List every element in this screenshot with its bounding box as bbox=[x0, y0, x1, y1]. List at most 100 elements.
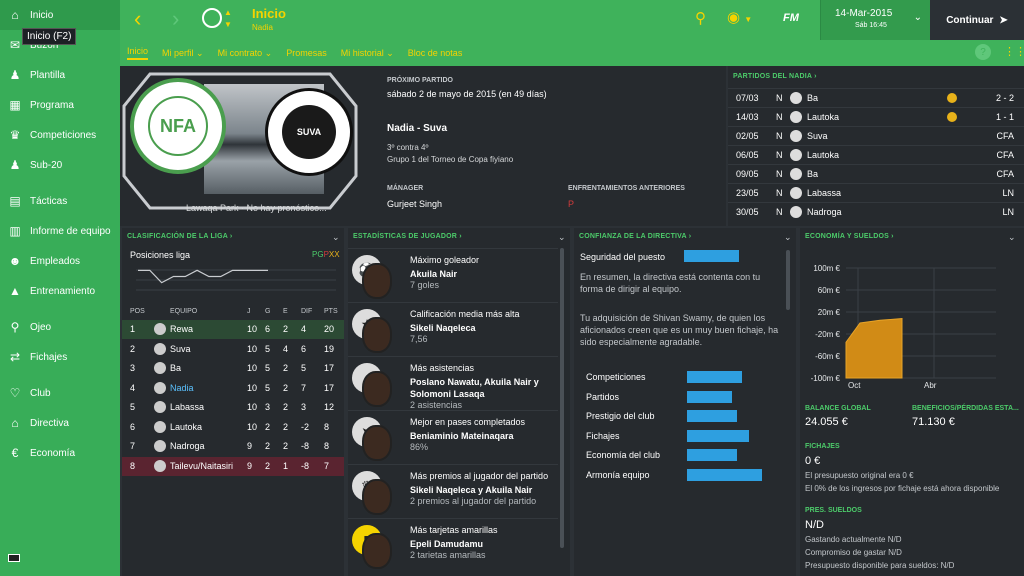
cell-team[interactable]: Lautoka bbox=[170, 422, 202, 432]
fixture-opponent[interactable]: Ba bbox=[807, 169, 818, 179]
chevron-down-icon[interactable]: ⌄ bbox=[558, 232, 566, 243]
scrollbar[interactable] bbox=[560, 248, 564, 548]
player-name[interactable]: Poslano Nawatu, Akuila Nair y Solomoni L… bbox=[410, 376, 550, 400]
fixture-row[interactable]: 07/03 N Ba 2 - 2 bbox=[728, 88, 1024, 107]
chevron-up-icon[interactable]: ▲ bbox=[224, 8, 232, 17]
player-stat-item[interactable]: ♛ Más premios al jugador del partido Sikel… bbox=[348, 464, 558, 518]
more-icon[interactable]: ⋮⋮ bbox=[1004, 45, 1024, 58]
sidebar-item-trophy[interactable]: ♛ Competiciones bbox=[0, 120, 120, 150]
fixture-opponent[interactable]: Ba bbox=[807, 93, 818, 103]
chevron-down-icon[interactable]: ▼ bbox=[224, 20, 232, 29]
player-stats-title[interactable]: ESTADÍSTICAS DE JUGADOR › bbox=[353, 233, 462, 240]
fixture-row[interactable]: 06/05 N Lautoka CFA bbox=[728, 145, 1024, 164]
chevron-down-icon[interactable]: ⌄ bbox=[332, 232, 340, 243]
sidebar-item-transfers[interactable]: ⇄ Fichajes bbox=[0, 342, 120, 372]
fixtures-title[interactable]: PARTIDOS DEL NADIA › bbox=[733, 73, 817, 80]
club-badge-icon[interactable] bbox=[202, 8, 222, 28]
sidebar-item-tactics[interactable]: ▤ Tácticas bbox=[0, 186, 120, 216]
player-stat-item[interactable]: ⚽ Máximo goleador Akuila Nair7 goles bbox=[348, 248, 558, 302]
sidebar-item-scouting[interactable]: ⚲ Ojeo bbox=[0, 312, 120, 342]
cell-team[interactable]: Nadroga bbox=[170, 441, 205, 451]
player-stat-item[interactable]: ↑ Más asistencias Poslano Nawatu, Akuila N… bbox=[348, 356, 558, 410]
cell-team[interactable]: Rewa bbox=[170, 324, 193, 334]
fixture-row[interactable]: 30/05 N Nadroga LN bbox=[728, 202, 1024, 221]
league-title[interactable]: CLASIFICACIÓN DE LA LIGA › bbox=[127, 233, 232, 240]
globe-icon[interactable]: ◉ ▼ bbox=[727, 8, 752, 26]
table-row[interactable]: 2 Suva 10 5 4 6 19 bbox=[122, 340, 344, 359]
back-arrow-icon[interactable]: ‹ bbox=[134, 6, 141, 32]
finance-title[interactable]: ECONOMÍA Y SUELDOS › bbox=[805, 233, 894, 240]
sidebar-item-board[interactable]: ⌂ Directiva bbox=[0, 408, 120, 438]
sidebar-item-report[interactable]: ▥ Informe de equipo bbox=[0, 216, 120, 246]
chevron-down-icon[interactable]: ⌄ bbox=[1008, 232, 1016, 243]
player-name[interactable]: Epeli Damudamu bbox=[410, 538, 550, 550]
player-name[interactable]: Beniaminio Mateinaqara bbox=[410, 430, 550, 442]
next-match-teams[interactable]: Nadia - Suva bbox=[387, 123, 447, 134]
tab-5[interactable]: Bloc de notas bbox=[408, 48, 463, 58]
fixture-row[interactable]: 02/05 N Suva CFA bbox=[728, 126, 1024, 145]
cell-team[interactable]: Suva bbox=[170, 344, 191, 354]
manager-name[interactable]: Gurjeet Singh bbox=[387, 199, 442, 209]
sidebar-item-staff[interactable]: ☻ Empleados bbox=[0, 246, 120, 276]
fm-logo[interactable]: FM bbox=[783, 12, 799, 24]
player-stat-item[interactable]: ➤ Mejor en pases completados Beniaminio Ma… bbox=[348, 410, 558, 464]
cell-team[interactable]: Labassa bbox=[170, 402, 204, 412]
cell-team[interactable]: Tailevu/Naitasiri bbox=[170, 461, 233, 471]
screen-icon[interactable] bbox=[8, 554, 20, 562]
column-header[interactable]: POS bbox=[130, 308, 145, 315]
player-name[interactable]: Sikeli Naqeleca bbox=[410, 322, 550, 334]
sidebar-item-training[interactable]: ▲ Entrenamiento bbox=[0, 276, 120, 306]
table-row[interactable]: 6 Lautoka 10 2 2 -2 8 bbox=[122, 418, 344, 437]
tab-3[interactable]: Promesas bbox=[286, 48, 327, 58]
help-icon[interactable]: ? bbox=[975, 44, 991, 60]
fixture-opponent[interactable]: Lautoka bbox=[807, 150, 839, 160]
sidebar-item-club[interactable]: ♡ Club bbox=[0, 378, 120, 408]
cell-team[interactable]: Ba bbox=[170, 363, 181, 373]
next-match-competition[interactable]: Grupo 1 del Torneo de Copa fiyiano bbox=[387, 155, 513, 164]
sidebar-item-label: Programa bbox=[30, 99, 74, 111]
fixture-opponent[interactable]: Labassa bbox=[807, 188, 841, 198]
forward-arrow-icon[interactable]: › bbox=[172, 6, 179, 32]
board-confidence-row: Economía del club bbox=[574, 446, 784, 465]
tab-0[interactable]: Inicio bbox=[127, 46, 149, 60]
column-header[interactable]: J bbox=[247, 308, 251, 315]
sidebar-item-home[interactable]: ⌂ Inicio bbox=[0, 0, 120, 30]
column-header[interactable]: E bbox=[283, 308, 288, 315]
fixture-opponent[interactable]: Nadroga bbox=[807, 207, 842, 217]
fixture-row[interactable]: 09/05 N Ba CFA bbox=[728, 164, 1024, 183]
table-row[interactable]: 7 Nadroga 9 2 2 -8 8 bbox=[122, 437, 344, 456]
sidebar-item-youth[interactable]: ♟ Sub-20 bbox=[0, 150, 120, 180]
player-stat-item[interactable]: ★ Calificación media más alta Sikeli Naqel… bbox=[348, 302, 558, 356]
table-row[interactable]: 5 Labassa 10 3 2 3 12 bbox=[122, 398, 344, 417]
column-header[interactable]: DIF bbox=[301, 308, 312, 315]
column-header[interactable]: EQUIPO bbox=[170, 308, 197, 315]
fixture-opponent[interactable]: Lautoka bbox=[807, 112, 839, 122]
search-icon[interactable]: ⚲ bbox=[695, 9, 706, 27]
player-stat-item[interactable]: ▮ Más tarjetas amarillas Epeli Damudamu2 t… bbox=[348, 518, 558, 572]
sidebar-item-schedule[interactable]: ▦ Programa bbox=[0, 90, 120, 120]
continue-button[interactable]: Continuar ➤ bbox=[930, 0, 1024, 40]
column-header[interactable]: G bbox=[265, 308, 270, 315]
table-row[interactable]: 3 Ba 10 5 2 5 17 bbox=[122, 359, 344, 378]
date-box[interactable]: 14-Mar-2015 Sáb 16:45 ⌄ bbox=[820, 0, 930, 40]
tab-4[interactable]: Mi historial ⌄ bbox=[341, 48, 394, 59]
next-match-panel[interactable]: NFA SUVA Lawaqa Park · No hay pronóstico… bbox=[120, 66, 726, 226]
fixture-row[interactable]: 14/03 N Lautoka 1 - 1 bbox=[728, 107, 1024, 126]
table-row[interactable]: 4 Nadia 10 5 2 7 17 bbox=[122, 379, 344, 398]
fixture-opponent[interactable]: Suva bbox=[807, 131, 828, 141]
tab-1[interactable]: Mi perfil ⌄ bbox=[162, 48, 204, 59]
board-confidence-row: Armonía equipo bbox=[574, 466, 784, 485]
column-header[interactable]: PTS bbox=[324, 308, 338, 315]
tab-2[interactable]: Mi contrato ⌄ bbox=[218, 48, 273, 59]
fixture-row[interactable]: 23/05 N Labassa LN bbox=[728, 183, 1024, 202]
player-name[interactable]: Akuila Nair bbox=[410, 268, 550, 280]
scrollbar[interactable] bbox=[786, 250, 790, 310]
board-title[interactable]: CONFIANZA DE LA DIRECTIVA › bbox=[579, 233, 691, 240]
sidebar-item-finance[interactable]: € Economía bbox=[0, 438, 120, 468]
sidebar-item-squad[interactable]: ♟ Plantilla bbox=[0, 60, 120, 90]
chevron-down-icon[interactable]: ⌄ bbox=[784, 232, 792, 243]
player-name[interactable]: Sikeli Naqeleca y Akuila Nair bbox=[410, 484, 550, 496]
table-row[interactable]: 1 Rewa 10 6 2 4 20 bbox=[122, 320, 344, 339]
table-row[interactable]: 8 Tailevu/Naitasiri 9 2 1 -8 7 bbox=[122, 456, 344, 476]
cell-team[interactable]: Nadia bbox=[170, 383, 194, 393]
